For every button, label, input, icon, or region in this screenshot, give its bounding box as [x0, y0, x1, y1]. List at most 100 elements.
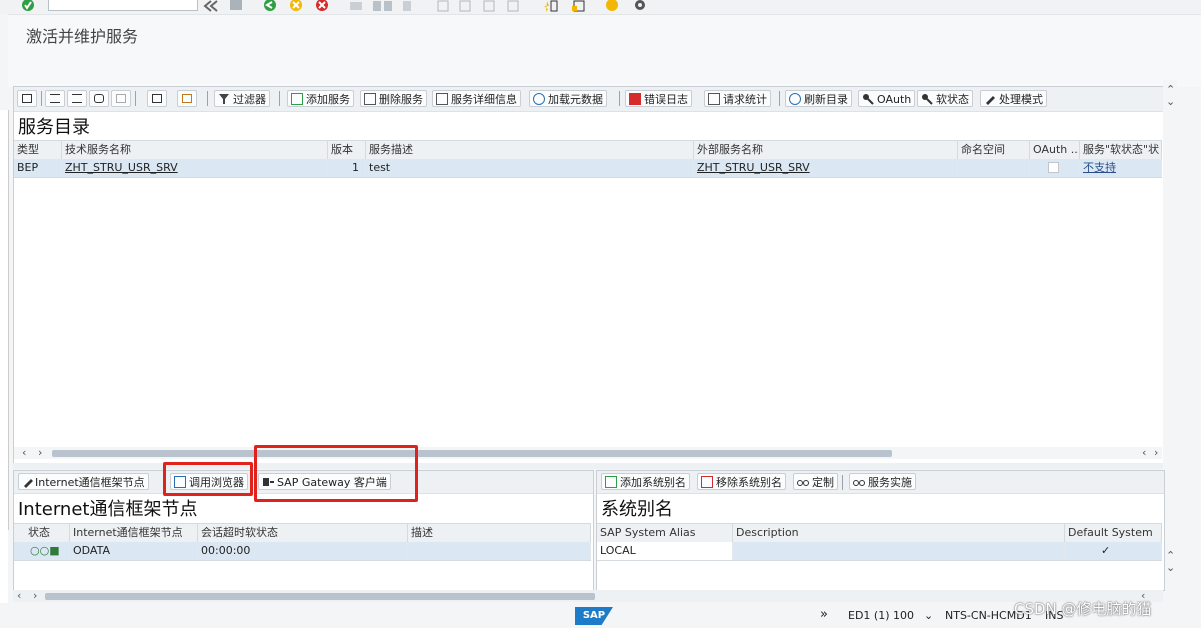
- shortcut-icon[interactable]: [571, 0, 587, 12]
- table-row[interactable]: ○○■ ODATA 00:00:00: [14, 542, 591, 561]
- page-nav-icons[interactable]: [436, 0, 526, 12]
- scroll-down-icon[interactable]: ⌄: [1166, 96, 1175, 108]
- table-row[interactable]: BEP ZHT_STRU_USR_SRV 1 test ZHT_STRU_USR…: [14, 159, 1162, 178]
- processing-mode-button[interactable]: 处理模式: [980, 90, 1047, 107]
- request-stats-button[interactable]: 请求统计: [704, 90, 771, 107]
- refresh-catalog-button[interactable]: 刷新目录: [785, 90, 852, 107]
- column-header-version[interactable]: 版本: [328, 141, 366, 159]
- sort-descending-icon[interactable]: [67, 90, 87, 107]
- add-icon: [605, 476, 617, 488]
- find-icon[interactable]: [89, 90, 109, 107]
- scroll-down-icon[interactable]: ⌄: [1166, 562, 1175, 574]
- column-header-soft-state[interactable]: 服务"软状态"状: [1080, 141, 1162, 159]
- default-system-checkbox[interactable]: ✓: [1065, 542, 1162, 560]
- system-info[interactable]: ED1 (1) 100: [848, 609, 914, 622]
- cell-soft-state[interactable]: 不支持: [1080, 159, 1162, 177]
- cell-tech-name[interactable]: ZHT_STRU_USR_SRV: [62, 159, 328, 177]
- scroll-right-icon[interactable]: ›: [38, 447, 42, 459]
- help-icon[interactable]: [604, 0, 620, 12]
- column-header-external-name[interactable]: 外部服务名称: [694, 141, 958, 159]
- add-service-button[interactable]: 添加服务: [287, 90, 354, 107]
- scroll-thumb[interactable]: [45, 593, 595, 600]
- background-window-edge: [0, 110, 9, 530]
- status-icon: ○○■: [14, 542, 70, 560]
- cancel-icon[interactable]: [314, 0, 330, 12]
- highlight-box-gateway-client: [254, 445, 418, 502]
- print-icon[interactable]: [348, 0, 364, 12]
- cell-namespace: [958, 159, 1030, 177]
- cell-alias[interactable]: LOCAL: [597, 542, 733, 560]
- scroll-right-icon[interactable]: ›: [33, 590, 37, 602]
- pencil-icon: [984, 93, 996, 105]
- column-header-tech-name[interactable]: 技术服务名称: [62, 141, 328, 159]
- catalog-title: 服务目录: [18, 117, 90, 138]
- soft-state-button[interactable]: 软状态: [917, 90, 973, 107]
- error-log-button[interactable]: 错误日志: [625, 90, 692, 107]
- column-header-type[interactable]: 类型: [14, 141, 62, 159]
- oauth-checkbox[interactable]: [1048, 162, 1059, 173]
- column-header-namespace[interactable]: 命名空间: [958, 141, 1030, 159]
- table-row[interactable]: LOCAL ✓: [597, 542, 1162, 561]
- details-icon[interactable]: [17, 90, 37, 107]
- title-area: 激活并维护服务: [8, 14, 1201, 87]
- alias-header-row: SAP System Alias Description Default Sys…: [597, 523, 1162, 543]
- lower-horizontal-scrollbar[interactable]: ‹ › ‹: [13, 590, 1163, 602]
- add-alias-button[interactable]: 添加系统别名: [601, 473, 690, 490]
- command-field[interactable]: [48, 0, 198, 11]
- cell-description: [408, 542, 591, 560]
- highlight-box-call-browser: [163, 462, 253, 496]
- error-log-icon: [629, 93, 641, 105]
- column-header-default[interactable]: Default System: [1065, 524, 1162, 542]
- service-details-button[interactable]: 服务详细信息: [432, 90, 521, 107]
- enter-icon[interactable]: [20, 0, 36, 12]
- vertical-scrollbar[interactable]: ⌃ ⌄ ⌃ ⌄: [1163, 80, 1177, 590]
- service-impl-button[interactable]: 服务实施: [849, 473, 916, 490]
- cell-version: 1: [328, 159, 366, 177]
- find-icon[interactable]: [372, 0, 394, 12]
- column-header-alias[interactable]: SAP System Alias: [597, 524, 733, 542]
- chevron-left-icon[interactable]: [202, 0, 220, 12]
- scroll-right-icon[interactable]: ›: [1154, 447, 1158, 459]
- column-header-description[interactable]: Description: [733, 524, 1065, 542]
- delete-service-button[interactable]: 删除服务: [360, 90, 427, 107]
- scroll-left-icon[interactable]: ‹: [1142, 447, 1146, 459]
- column-header-oauth[interactable]: OAuth ...: [1030, 141, 1080, 159]
- find-next-icon[interactable]: [111, 90, 131, 107]
- glasses-icon: [797, 476, 809, 488]
- gear-icon[interactable]: [632, 0, 648, 12]
- save-icon[interactable]: [228, 0, 244, 12]
- find-next-icon[interactable]: [400, 0, 416, 12]
- chevron-down-icon[interactable]: ⌄: [924, 609, 933, 622]
- cell-description: [733, 542, 1065, 560]
- scroll-thumb[interactable]: [52, 450, 892, 457]
- customize-button[interactable]: 定制: [793, 473, 838, 490]
- icf-node-button[interactable]: Internet通信框架节点: [18, 473, 149, 490]
- exit-icon[interactable]: [288, 0, 304, 12]
- key-icon: [921, 93, 933, 105]
- load-metadata-button[interactable]: 加载元数据: [529, 90, 607, 107]
- cell-external-name[interactable]: ZHT_STRU_USR_SRV: [694, 159, 958, 177]
- sort-ascending-icon[interactable]: [45, 90, 65, 107]
- column-header-status[interactable]: 状态: [14, 524, 70, 542]
- filter-button[interactable]: 过滤器: [214, 90, 270, 107]
- layout-icon[interactable]: [177, 90, 197, 107]
- watermark: CSDN @修电脑的猫: [1014, 600, 1152, 618]
- scroll-left-icon[interactable]: ‹: [17, 590, 21, 602]
- details-icon: [436, 93, 448, 105]
- column-header-description[interactable]: 服务描述: [366, 141, 694, 159]
- expand-status-icon[interactable]: »: [820, 607, 828, 622]
- export-icon[interactable]: [147, 90, 167, 107]
- new-session-icon[interactable]: [543, 0, 559, 12]
- glasses-icon: [853, 476, 865, 488]
- cell-oauth: [1030, 159, 1080, 177]
- column-header-timeout[interactable]: 会话超时软状态: [198, 524, 408, 542]
- catalog-horizontal-scrollbar[interactable]: ‹ › ‹ ›: [14, 447, 1162, 459]
- catalog-header-row: 类型 技术服务名称 版本 服务描述 外部服务名称 命名空间 OAuth ... …: [14, 140, 1162, 160]
- oauth-button[interactable]: OAuth: [858, 90, 916, 107]
- column-header-description[interactable]: 描述: [408, 524, 591, 542]
- key-icon: [862, 93, 874, 105]
- column-header-icf-node[interactable]: Internet通信框架节点: [70, 524, 198, 542]
- scroll-left-icon[interactable]: ‹: [22, 447, 26, 459]
- remove-alias-button[interactable]: 移除系统别名: [697, 473, 786, 490]
- back-icon[interactable]: [262, 0, 278, 12]
